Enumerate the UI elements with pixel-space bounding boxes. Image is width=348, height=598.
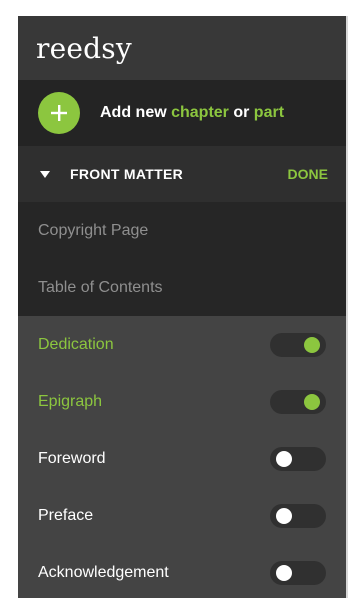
list-item-preface[interactable]: Preface	[18, 487, 346, 544]
epigraph-toggle[interactable]	[270, 389, 326, 414]
toggle-knob	[276, 450, 292, 467]
toggle-knob	[304, 336, 320, 353]
acknowledgement-toggle[interactable]	[270, 560, 326, 585]
toggle-knob	[276, 564, 292, 581]
add-button[interactable]	[38, 92, 80, 134]
app-header: reedsy	[18, 16, 346, 80]
add-new-text: Add new chapter or part	[100, 104, 284, 122]
list-item-label: Acknowledgement	[38, 563, 169, 581]
front-matter-header: FRONT MATTER DONE	[18, 146, 346, 202]
list-item-label: Preface	[38, 506, 94, 524]
list-item-copyright-page: Copyright Page	[18, 202, 346, 259]
toggle-knob	[304, 393, 320, 410]
preface-toggle[interactable]	[270, 503, 326, 528]
plus-icon	[51, 105, 67, 121]
foreword-toggle[interactable]	[270, 446, 326, 471]
list-item-label: Foreword	[38, 449, 106, 467]
list-item-dedication[interactable]: Dedication	[18, 316, 346, 373]
dedication-toggle[interactable]	[270, 332, 326, 357]
list-item-acknowledgement[interactable]: Acknowledgement	[18, 544, 346, 598]
caret-down-icon[interactable]	[40, 170, 50, 178]
toggle-knob	[276, 507, 292, 524]
add-new-row: Add new chapter or part	[18, 80, 346, 146]
add-chapter-link[interactable]: chapter	[171, 104, 229, 121]
section-title: FRONT MATTER	[70, 166, 183, 182]
book-sidebar: reedsy Add new chapter or part FRONT MAT…	[18, 16, 348, 598]
list-item-label: Table of Contents	[38, 278, 163, 296]
add-part-link[interactable]: part	[254, 104, 284, 121]
add-or-text: or	[228, 104, 254, 121]
list-item-table-of-contents: Table of Contents	[18, 259, 346, 316]
list-item-foreword[interactable]: Foreword	[18, 430, 346, 487]
list-item-label: Epigraph	[38, 392, 103, 410]
add-new-prefix: Add new	[100, 104, 172, 121]
reedsy-logo[interactable]: reedsy	[36, 32, 132, 65]
list-item-label: Dedication	[38, 335, 114, 353]
list-item-epigraph[interactable]: Epigraph	[18, 373, 346, 430]
done-button[interactable]: DONE	[288, 166, 328, 182]
list-item-label: Copyright Page	[38, 221, 149, 239]
